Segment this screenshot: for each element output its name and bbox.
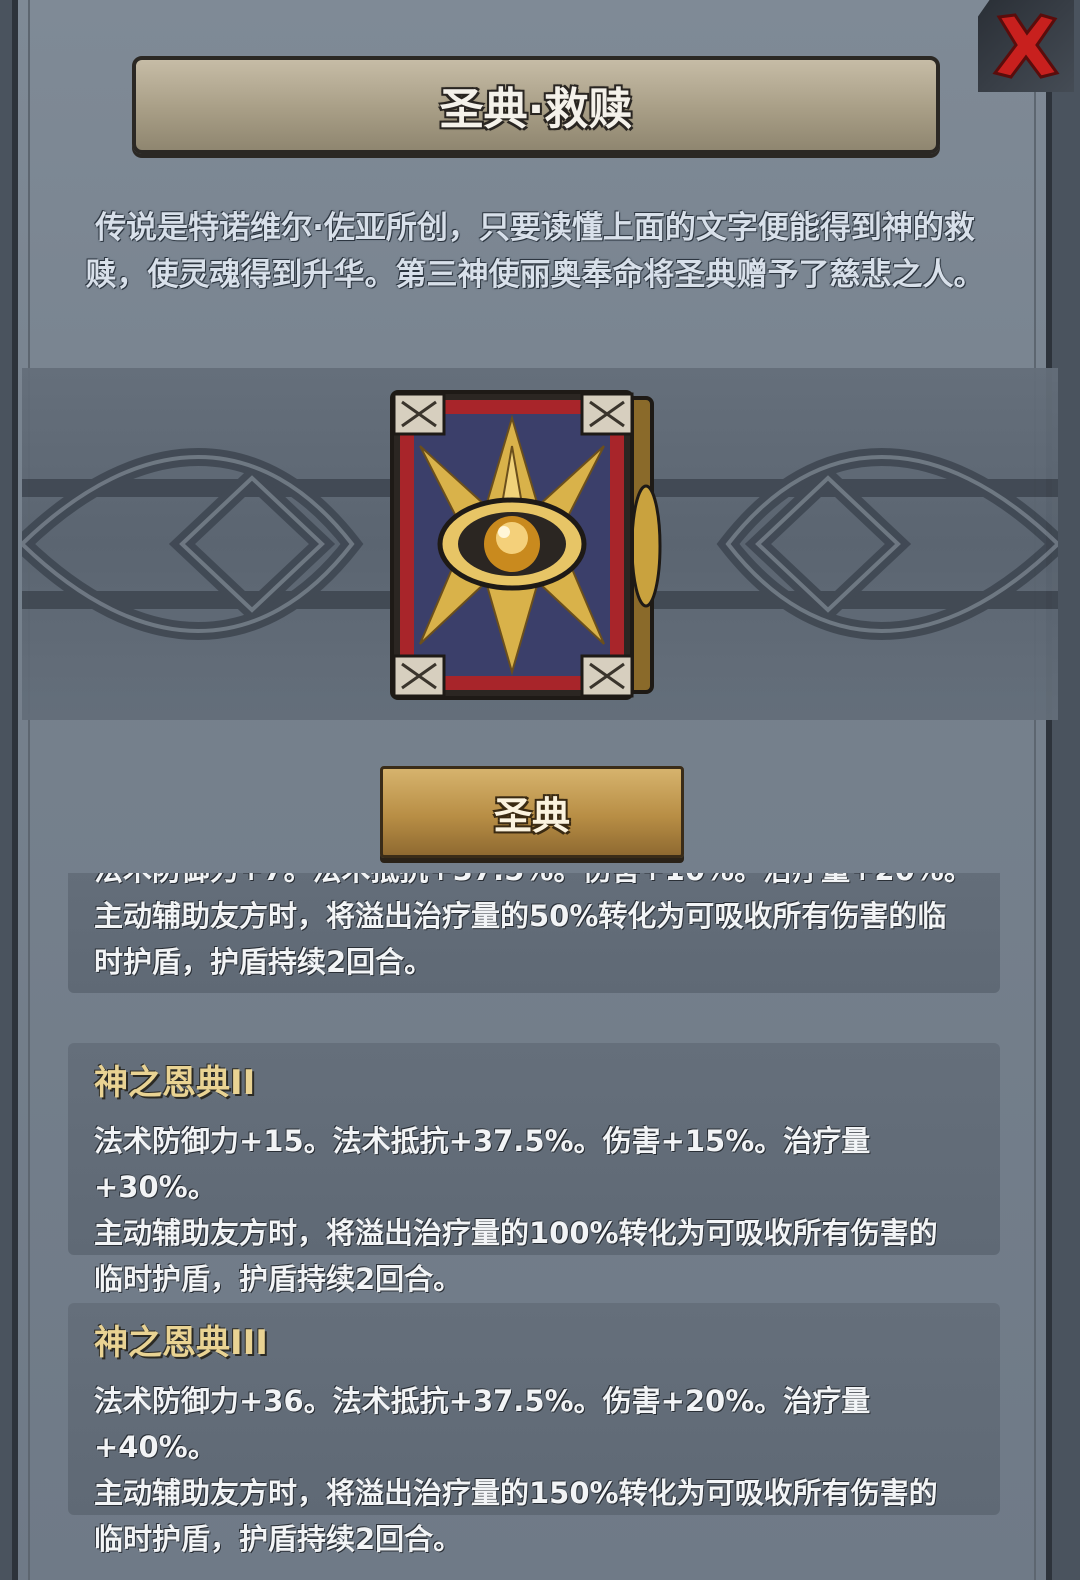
- window-title: 圣典·救赎: [439, 84, 633, 135]
- level-1-line-2: 主动辅助友方时，将溢出治疗量的50%转化为可吸收所有伤害的临: [94, 899, 947, 933]
- title-banner: 圣典·救赎: [132, 56, 940, 154]
- level-card: 神之恩典III 法术防御力+36。法术抵抗+37.5%。伤害+20%。治疗量+4…: [68, 1303, 1000, 1556]
- level-3-title: 神之恩典III: [94, 1323, 268, 1363]
- level-2-line-2: 主动辅助友方时，将溢出治疗量的100%转化为可吸收所有伤害的: [94, 1216, 938, 1250]
- item-description: 传说是特诺维尔·佐亚所创，只要读懂上面的文字便能得到神的救赎，使灵魂得到升华。第…: [85, 210, 985, 293]
- level-3-line-1: 法术防御力+36。法术抵抗+37.5%。伤害+20%。治疗量+40%。: [94, 1384, 871, 1464]
- level-2-title: 神之恩典II: [94, 1063, 256, 1103]
- level-2-line-3: 临时护盾，护盾持续2回合。: [94, 1262, 463, 1296]
- close-x-icon: [992, 13, 1060, 79]
- level-card: 法术防御力+7。法术抵抗+37.5%。伤害+10%。治疗量+20%。 主动辅助友…: [68, 873, 1000, 993]
- section-tab-label: 圣典: [493, 793, 570, 838]
- close-button[interactable]: [978, 0, 1074, 92]
- level-3-line-3: 临时护盾，护盾持续2回合。: [94, 1522, 463, 1556]
- section-tab-button[interactable]: 圣典: [380, 766, 684, 858]
- level-1-line-1: 法术防御力+7。法术抵抗+37.5%。伤害+10%。治疗量+20%。: [94, 873, 974, 893]
- level-1-line-3: 时护盾，护盾持续2回合。: [94, 945, 434, 979]
- level-2-line-1: 法术防御力+15。法术抵抗+37.5%。伤害+15%。治疗量+30%。: [94, 1124, 871, 1204]
- levels-scroll-list[interactable]: 法术防御力+7。法术抵抗+37.5%。伤害+10%。治疗量+20%。 主动辅助友…: [68, 873, 1000, 1580]
- golden-eye-book-icon: [388, 386, 662, 704]
- level-card: 神之恩典II 法术防御力+15。法术抵抗+37.5%。伤害+15%。治疗量+30…: [68, 1043, 1000, 1296]
- level-3-line-2: 主动辅助友方时，将溢出治疗量的150%转化为可吸收所有伤害的: [94, 1476, 938, 1510]
